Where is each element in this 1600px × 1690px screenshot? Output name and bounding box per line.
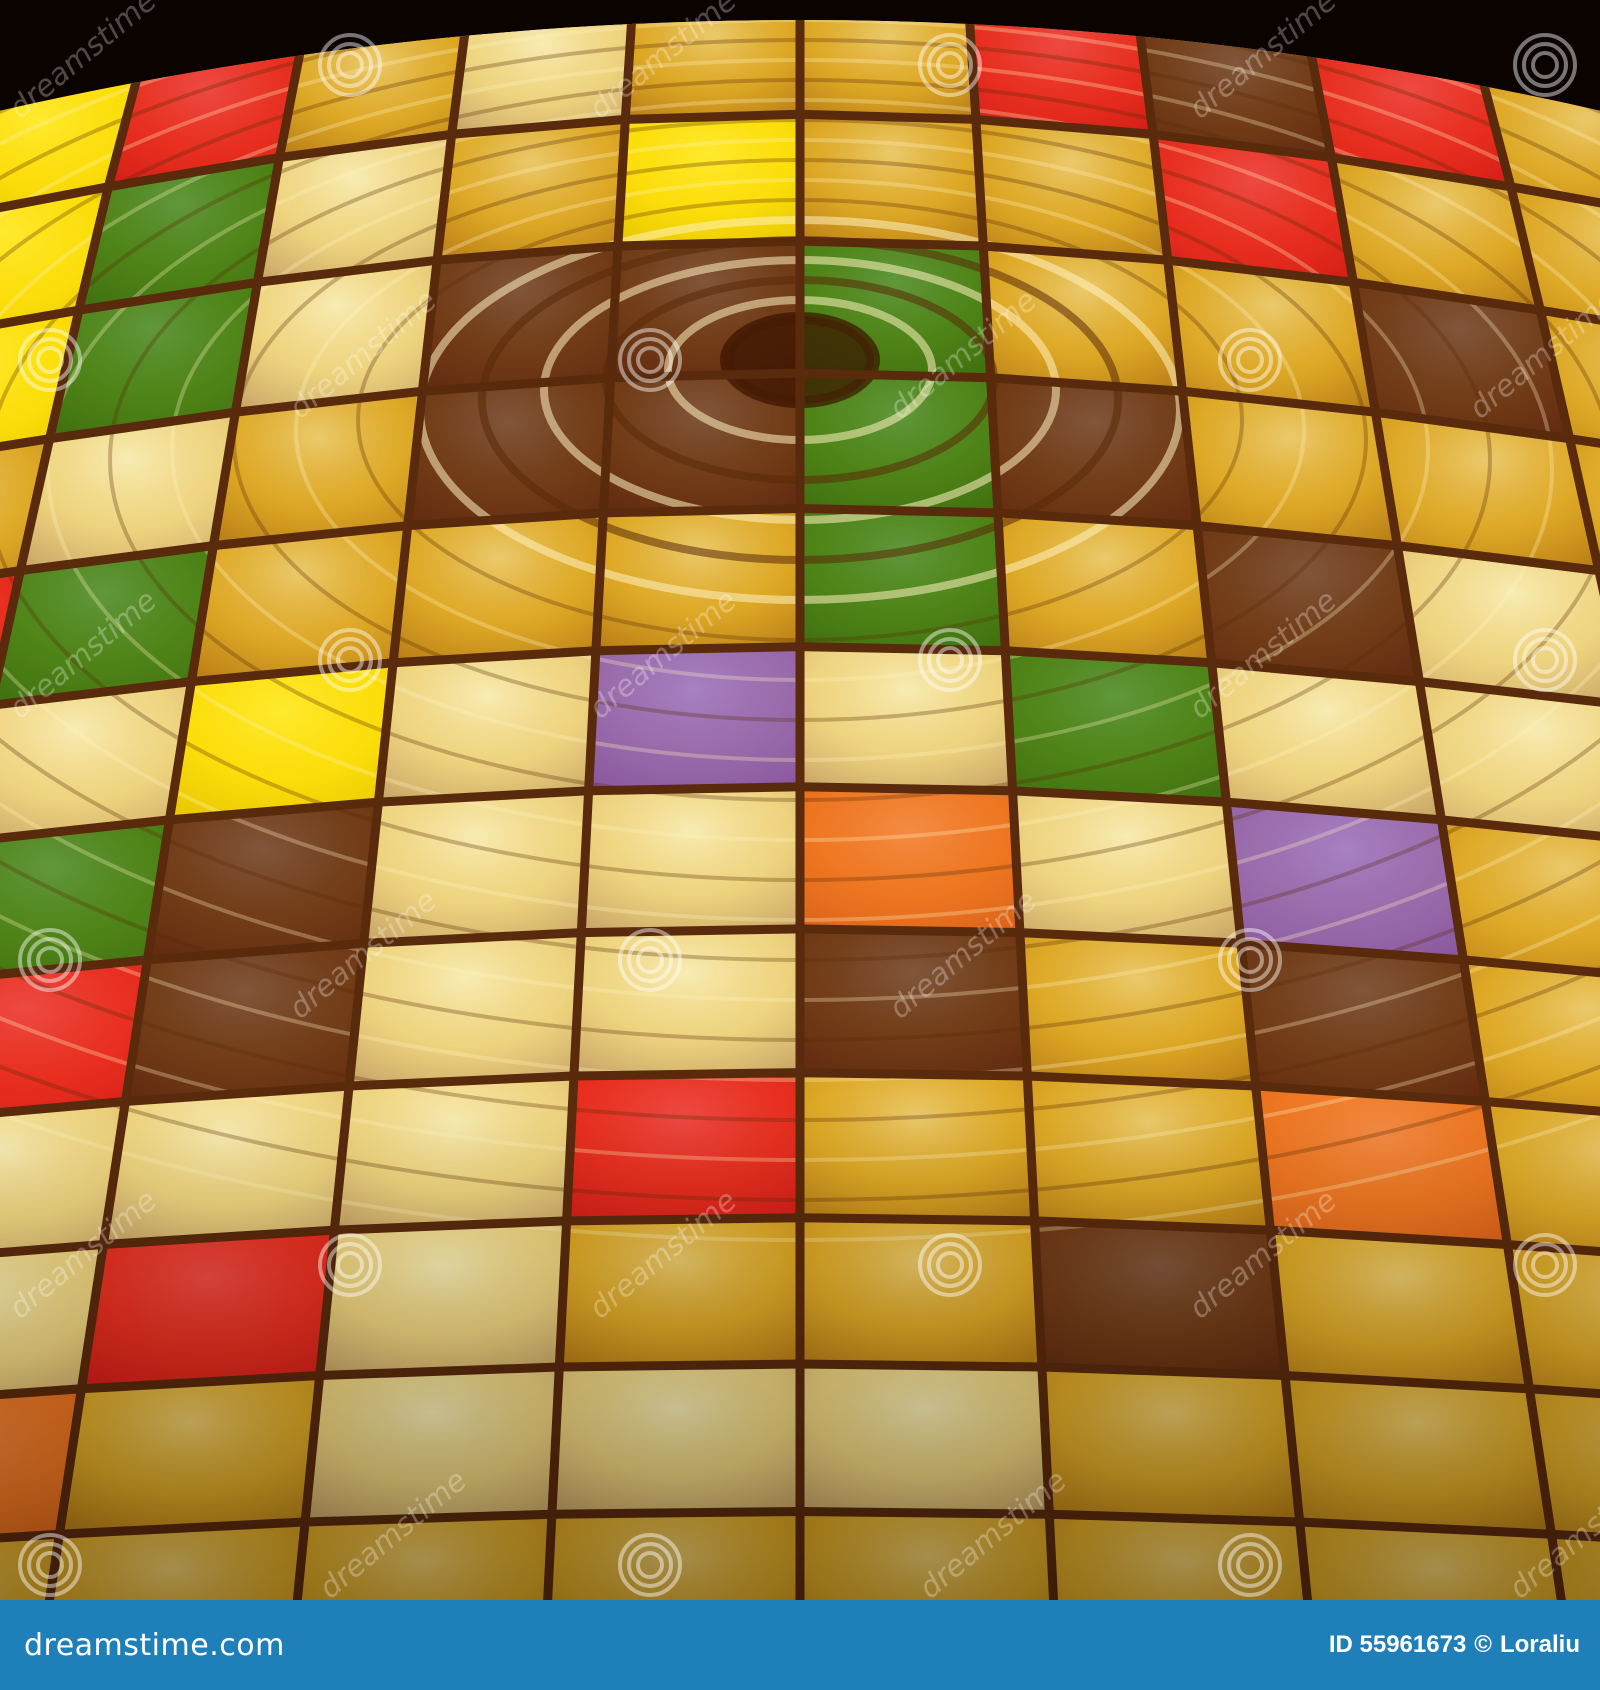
image-id: ID 55961673 [1328,1631,1467,1658]
author-name[interactable]: Loraliu [1500,1631,1580,1659]
artwork-canvas: dreamstime dreamstime dreamstimedreamstime… [0,0,1600,1600]
dome-surface [0,20,1600,1600]
tile-sheen [147,802,379,960]
bottom-shade [0,1100,1600,1600]
tile-sheen [1012,790,1242,944]
abstract-artwork: dreamstime dreamstime dreamstime dreamstime… [0,0,1600,1600]
footer-brand: dreamstime.com [24,1628,285,1663]
site-name[interactable]: dreamstime.com [24,1628,285,1663]
tile-sheen [997,512,1212,663]
image-credit: ID 55961673 © Loraliu [1329,1631,1580,1659]
footer-bar: dreamstime.com ID 55961673 © Loraliu [0,1600,1600,1690]
copyright-icon: © [1474,1631,1492,1658]
